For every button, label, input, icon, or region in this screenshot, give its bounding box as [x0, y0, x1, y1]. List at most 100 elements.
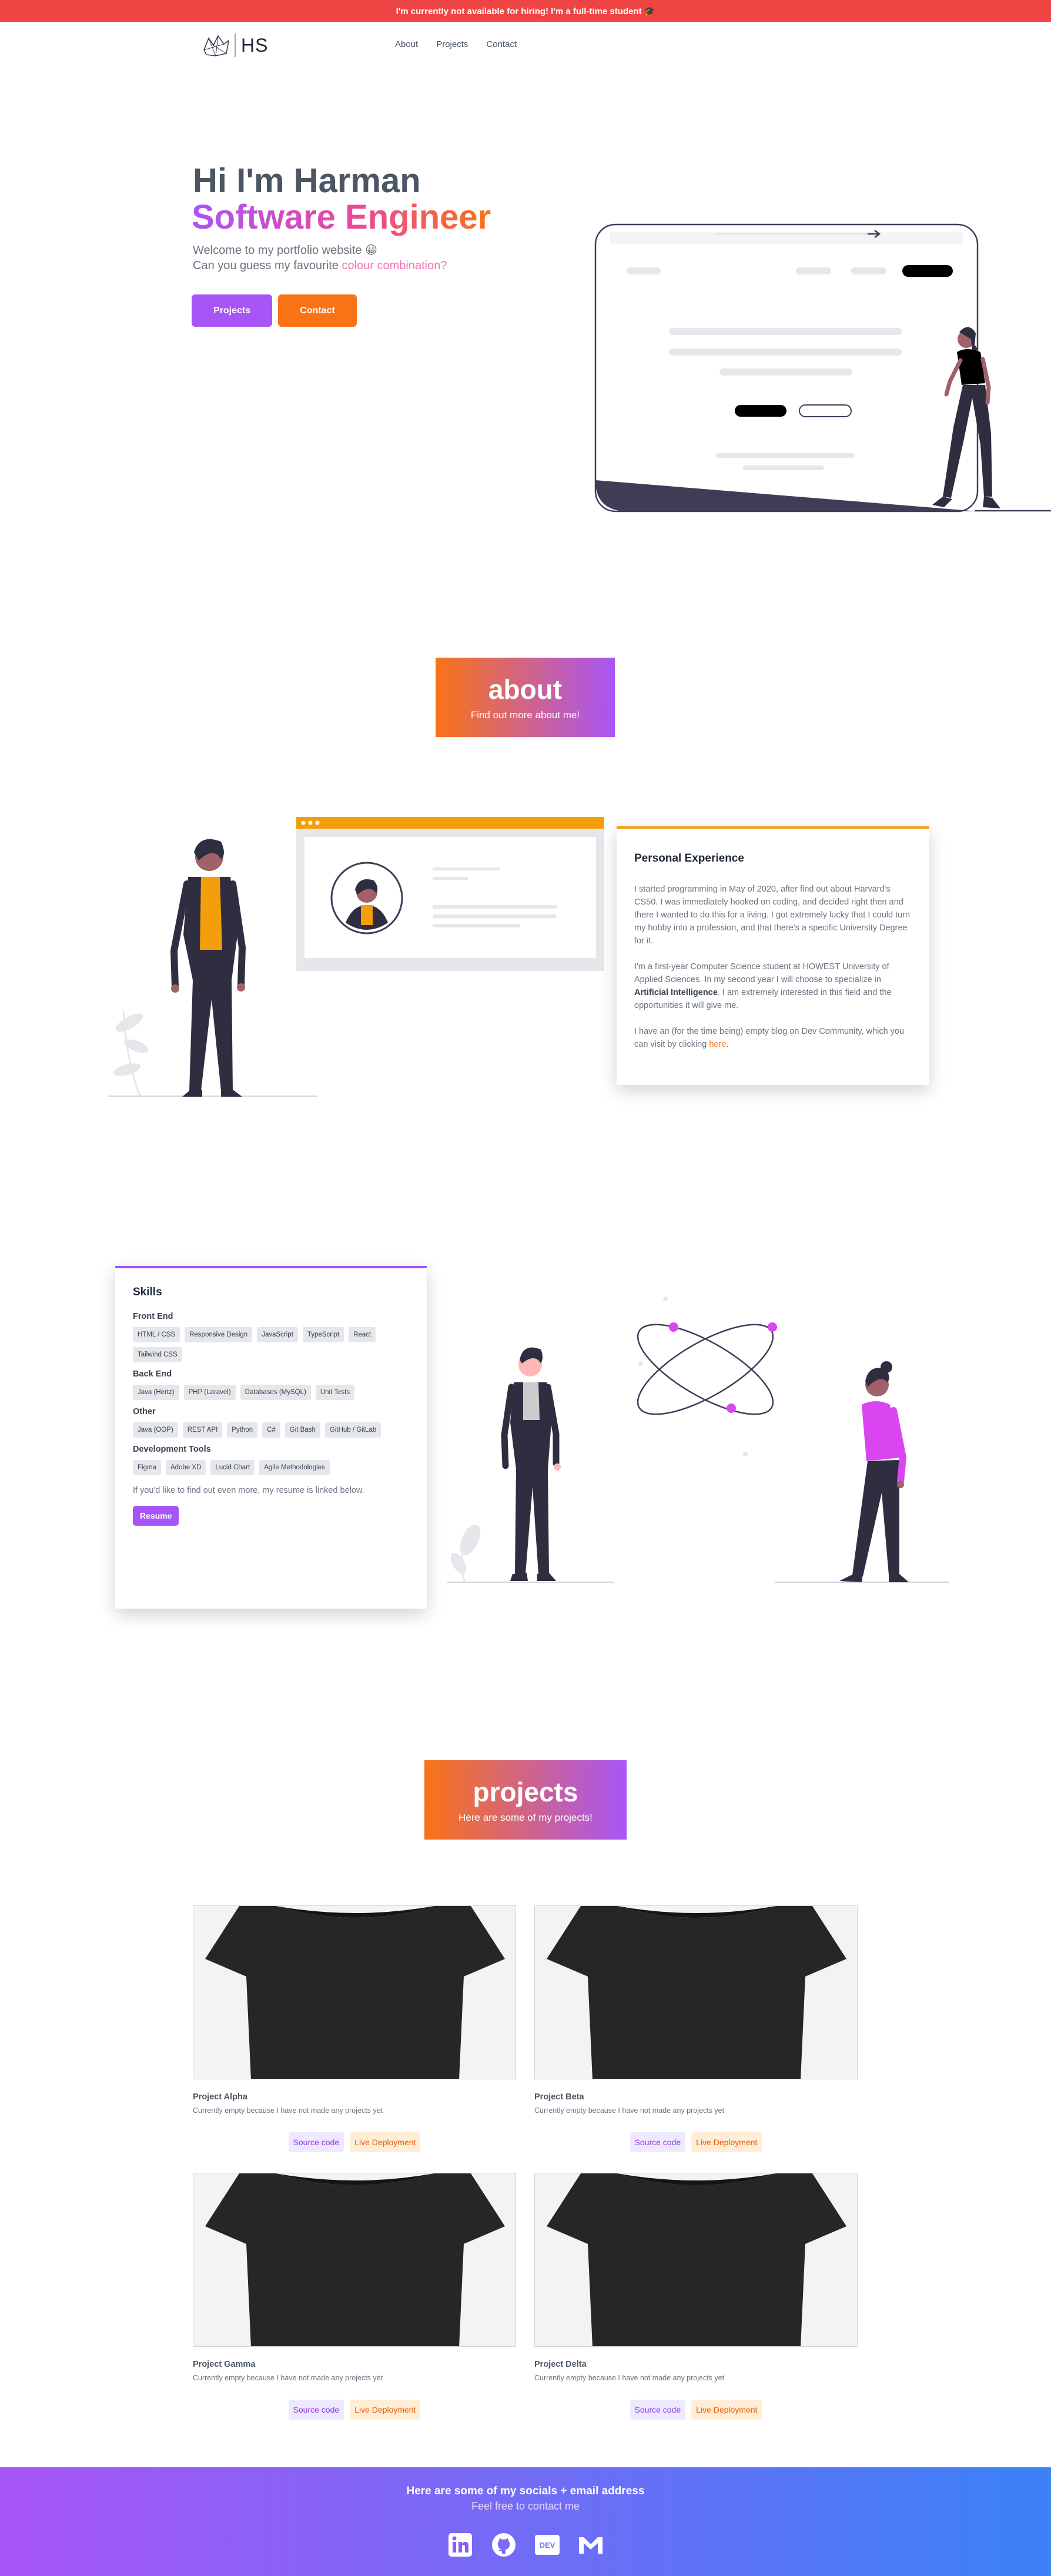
skill-group-title: Back End — [133, 1369, 172, 1379]
top-nav: HS About Projects Contact — [0, 22, 1051, 69]
project-thumbnail[interactable] — [193, 1905, 516, 2079]
project-thumbnail[interactable] — [193, 2173, 516, 2347]
skill-group-title: Other — [133, 1407, 156, 1416]
skill-tag: Adobe XD — [165, 1460, 206, 1475]
github-icon[interactable] — [490, 2531, 517, 2558]
project-description: Currently empty because I have not made … — [193, 2106, 383, 2115]
linkedin-icon[interactable] — [447, 2531, 474, 2558]
nav-links: About Projects Contact — [395, 39, 517, 49]
nav-link-projects[interactable]: Projects — [436, 39, 468, 49]
skill-tag: Lucid Chart — [210, 1460, 255, 1475]
skill-group-front-end: Front End HTML / CSS Responsive Design J… — [133, 1312, 409, 1362]
skill-tag: REST API — [182, 1422, 223, 1438]
experience-paragraph-3-end: . — [726, 1040, 729, 1049]
nav-link-about[interactable]: About — [395, 39, 418, 49]
hero-section: Hi I'm Harman Software Engineer Welcome … — [0, 69, 1051, 656]
skill-group-back-end: Back End Java (Hertz) PHP (Laravel) Data… — [133, 1369, 409, 1400]
resume-note: If you'd like to find out even more, my … — [133, 1486, 364, 1495]
social-icons: DEV — [0, 2531, 1051, 2558]
live-deployment-button[interactable]: Live Deployment — [350, 2132, 421, 2152]
project-title: Project Delta — [534, 2360, 587, 2369]
dev-icon[interactable]: DEV — [534, 2531, 561, 2558]
gmail-icon[interactable] — [577, 2531, 604, 2558]
skill-tags: HTML / CSS Responsive Design JavaScript … — [133, 1327, 409, 1362]
project-links: Source code Live Deployment — [534, 2400, 858, 2420]
skill-tag: Java (Hertz) — [133, 1385, 179, 1400]
skill-tags: Java (OOP) REST API Python C# Git Bash G… — [133, 1422, 409, 1438]
experience-paragraph-3: I have an (for the time being) empty blo… — [634, 1025, 912, 1051]
logo-text: HS — [241, 34, 269, 56]
live-deployment-button[interactable]: Live Deployment — [350, 2400, 421, 2420]
hero-greeting: Hi I'm Harman — [193, 162, 421, 200]
skill-tag: Databases (MySQL) — [240, 1385, 311, 1400]
projects-subheading: Here are some of my projects! — [458, 1811, 593, 1823]
project-description: Currently empty because I have not made … — [534, 2106, 725, 2115]
source-code-button[interactable]: Source code — [288, 2132, 344, 2152]
project-links: Source code Live Deployment — [534, 2132, 858, 2152]
experience-paragraph-2: I'm a first-year Computer Science studen… — [634, 960, 912, 1012]
resume-button[interactable]: Resume — [133, 1506, 179, 1526]
skills-card: Skills Front End HTML / CSS Responsive D… — [115, 1266, 427, 1609]
logo-divider — [235, 34, 236, 57]
about-heading: about — [488, 674, 563, 705]
skill-tag: Java (OOP) — [133, 1422, 178, 1438]
skill-tag: GitHub / GitLab — [324, 1422, 381, 1438]
skill-tag: Figma — [133, 1460, 161, 1475]
experience-paragraph-2-text: I'm a first-year Computer Science studen… — [634, 962, 889, 984]
about-subheading: Find out more about me! — [470, 709, 580, 721]
project-title: Project Alpha — [193, 2092, 247, 2102]
dev-icon-label: DEV — [540, 2541, 555, 2550]
skill-tag: HTML / CSS — [133, 1327, 180, 1342]
projects-button[interactable]: Projects — [192, 294, 272, 327]
hero-question-text: Can you guess my favourite — [193, 259, 342, 272]
footer-heading: Here are some of my socials + email addr… — [406, 2485, 645, 2497]
about-header: about Find out more about me! — [436, 658, 615, 737]
project-card-beta: Project Beta Currently empty because I h… — [534, 1905, 858, 2152]
project-thumbnail[interactable] — [534, 1905, 858, 2079]
project-description: Currently empty because I have not made … — [534, 2374, 725, 2382]
skill-tags: Figma Adobe XD Lucid Chart Agile Methodo… — [133, 1460, 409, 1475]
experience-paragraph-1: I started programming in May of 2020, af… — [634, 885, 911, 946]
tshirt-image — [205, 2173, 505, 2346]
projects-heading: projects — [473, 1776, 578, 1807]
project-card-alpha: Project Alpha Currently empty because I … — [193, 1905, 516, 2152]
skills-title: Skills — [133, 1286, 162, 1298]
contact-button[interactable]: Contact — [278, 294, 357, 327]
tshirt-image — [205, 1906, 505, 2079]
skill-tag: C# — [262, 1422, 280, 1438]
project-links: Source code Live Deployment — [193, 2400, 516, 2420]
tshirt-image — [547, 2173, 846, 2346]
footer-subheading: Feel free to contact me — [471, 2500, 580, 2512]
project-links: Source code Live Deployment — [193, 2132, 516, 2152]
skill-tags: Java (Hertz) PHP (Laravel) Databases (My… — [133, 1385, 409, 1400]
blog-link[interactable]: here — [709, 1040, 726, 1049]
projects-header: projects Here are some of my projects! — [424, 1760, 627, 1840]
skill-tag: Responsive Design — [185, 1327, 253, 1342]
nav-link-contact[interactable]: Contact — [486, 39, 517, 49]
skill-tag: JavaScript — [257, 1327, 298, 1342]
hero-welcome: Welcome to my portfolio website 😀 — [193, 244, 377, 257]
project-title: Project Gamma — [193, 2360, 256, 2369]
logo-icon — [203, 35, 230, 56]
live-deployment-button[interactable]: Live Deployment — [691, 2132, 762, 2152]
skill-tag: Python — [227, 1422, 258, 1438]
logo[interactable]: HS — [200, 32, 268, 58]
hero-question: Can you guess my favourite colour combin… — [193, 259, 447, 273]
hero-question-accent: colour combination? — [342, 259, 447, 272]
source-code-button[interactable]: Source code — [630, 2400, 686, 2420]
footer: Here are some of my socials + email addr… — [0, 2467, 1051, 2576]
hero-role: Software Engineer — [192, 198, 491, 236]
project-thumbnail[interactable] — [534, 2173, 858, 2347]
tshirt-image — [547, 1906, 846, 2079]
live-deployment-button[interactable]: Live Deployment — [691, 2400, 762, 2420]
banner-text: I'm currently not available for hiring! … — [396, 6, 655, 16]
skill-group-other: Other Java (OOP) REST API Python C# Git … — [133, 1407, 409, 1438]
hero-illustration — [594, 223, 1051, 512]
experience-paragraph-3-text: I have an (for the time being) empty blo… — [634, 1027, 905, 1049]
source-code-button[interactable]: Source code — [630, 2132, 686, 2152]
skill-tag: Unit Tests — [315, 1385, 355, 1400]
skill-tag: TypeScript — [302, 1327, 344, 1342]
skill-tag: PHP (Laravel) — [183, 1385, 236, 1400]
source-code-button[interactable]: Source code — [288, 2400, 344, 2420]
skill-group-title: Development Tools — [133, 1445, 211, 1454]
